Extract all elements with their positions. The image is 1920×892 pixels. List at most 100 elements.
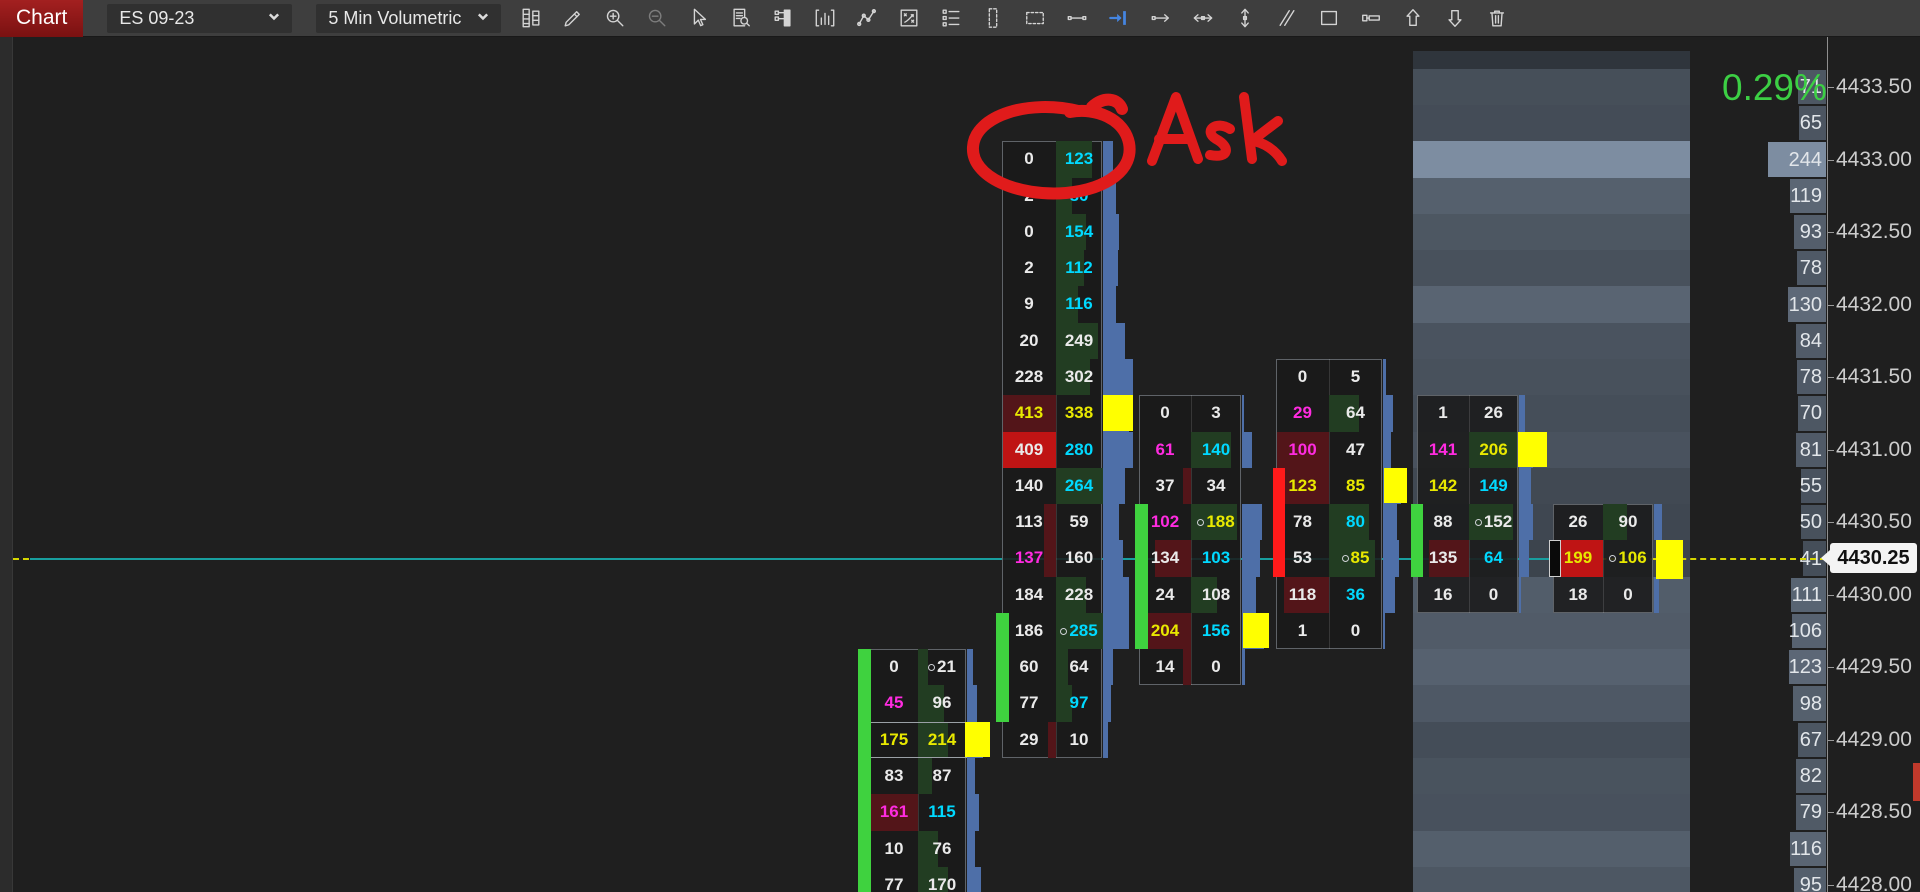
price-label[interactable]: 4431.50 [1836,365,1912,389]
price-label[interactable]: 4429.00 [1836,728,1912,752]
chart-tab[interactable]: Chart [0,0,84,37]
ask-volume-cell: 285 [1056,613,1102,649]
trash-icon[interactable] [1483,4,1510,33]
cursor-icon[interactable] [685,4,712,33]
ask-volume-cell: 123 [1064,149,1094,169]
price-axis-line [1827,37,1828,892]
volume-number: 116 [1790,837,1822,860]
go-to-bar-icon[interactable] [1105,4,1132,33]
poc-marker [1103,395,1133,431]
volume-profile-band [1413,794,1690,831]
delta-bar [1383,540,1399,577]
delta-bar [967,685,977,722]
bid-volume-cell: 184 [1014,584,1044,604]
volume-number: 106 [1788,620,1822,643]
zoom-out-icon[interactable] [643,4,670,33]
region-select-icon[interactable] [1021,4,1048,33]
bid-volume-cell: 61 [1155,439,1175,459]
arrow-right-icon[interactable] [1147,4,1174,33]
delta-bar [1103,467,1125,505]
chart-canvas[interactable]: 71 65 244 119 93 78 130 84 78 70 81 55 50 41 111 106 123… [0,37,1920,892]
bid-volume-cell: 26 [1568,512,1588,532]
delta-bar [1103,250,1118,287]
price-tick [1827,449,1834,451]
price-label-icon[interactable] [1357,4,1384,33]
price-label[interactable]: 4430.00 [1836,583,1912,607]
volume-number: 78 [1799,257,1822,280]
delta-bar [967,830,975,867]
bid-volume-cell: 0 [1297,367,1308,387]
price-label[interactable]: 4431.00 [1836,438,1912,462]
price-label[interactable]: 4432.50 [1836,220,1912,244]
horizontal-range-icon[interactable] [1189,4,1216,33]
volume-number: 81 [1799,438,1822,461]
ask-volume-cell: 228 [1064,584,1094,604]
parallel-lines-icon[interactable] [1273,4,1300,33]
volume-number: 78 [1799,366,1822,389]
ask-volume-cell: 36 [1346,584,1365,604]
bar-stats-icon[interactable] [811,4,838,33]
ask-volume-cell: 59 [1069,512,1089,532]
delta-bar [1654,576,1659,613]
volume-number: 55 [1799,474,1822,497]
ask-volume-cell: 80 [1346,512,1365,532]
volume-number: 93 [1799,221,1822,244]
polyline-icon[interactable] [853,4,880,33]
volume-number: 84 [1799,329,1822,352]
volume-profile-band [1413,359,1690,396]
annotation-ask-text [1147,92,1287,166]
ask-volume-cell: 0 [1623,584,1633,604]
ask-volume-cell: 21 [918,649,966,685]
checklist-icon[interactable] [937,4,964,33]
price-label[interactable]: 4428.00 [1836,873,1912,892]
price-tick [1827,884,1834,886]
ask-volume-cell: 206 [1479,439,1508,459]
line-segment-icon[interactable] [1063,4,1090,33]
instrument-dropdown[interactable]: ES 09-23 [107,3,293,33]
ask-volume-cell: 264 [1064,475,1094,495]
vertical-range-icon[interactable] [1231,4,1258,33]
arrow-down-icon[interactable] [1441,4,1468,33]
bid-volume-cell: 1 [1297,620,1308,640]
delta-bar [1242,431,1252,468]
ask-volume-cell: 103 [1201,548,1231,568]
object-panel-icon[interactable] [769,4,796,33]
price-label[interactable]: 4429.50 [1836,655,1912,679]
ask-volume-cell: 10 [1069,729,1089,749]
delta-bar [967,757,975,795]
bid-volume-cell: 10 [884,838,904,858]
volume-profile-band [1413,213,1690,251]
vertical-region-icon[interactable] [979,4,1006,33]
zoom-in-icon[interactable] [601,4,628,33]
pencil-icon[interactable] [559,4,586,33]
price-label[interactable]: 4428.50 [1836,800,1912,824]
bid-volume-cell: 0 [889,657,899,677]
data-grid-icon[interactable] [517,4,544,33]
ask-volume-cell: 106 [1603,540,1653,576]
price-label[interactable]: 4432.00 [1836,293,1912,317]
instrument-dropdown-value: ES 09-23 [119,7,195,28]
price-label[interactable]: 4430.50 [1836,510,1912,534]
current-price-bubble: 4430.25 [1821,543,1917,573]
arrow-up-icon[interactable] [1399,4,1426,33]
volume-bar-green [996,612,1009,722]
price-tick [1827,739,1834,741]
bid-volume-cell: 141 [1428,439,1458,459]
strategy-icon[interactable] [895,4,922,33]
bid-volume-cell: 2 [1024,185,1034,205]
report-search-icon[interactable] [727,4,754,33]
ask-volume-cell: 26 [1484,403,1503,423]
rectangle-icon[interactable] [1315,4,1342,33]
volume-number: 79 [1799,801,1822,824]
delta-bar [1383,431,1391,468]
delta-bar [1103,322,1125,360]
bid-volume-cell: 413 [1014,403,1044,423]
delta-bar [1242,504,1262,541]
delta-bar [1103,286,1116,323]
ask-volume-cell: 76 [932,838,952,858]
period-dropdown[interactable]: 5 Min Volumetric [316,3,502,33]
price-label[interactable]: 4433.50 [1836,75,1912,99]
price-label[interactable]: 4433.00 [1836,148,1912,172]
delta-bar [1103,576,1129,613]
delta-bar [1103,649,1113,686]
